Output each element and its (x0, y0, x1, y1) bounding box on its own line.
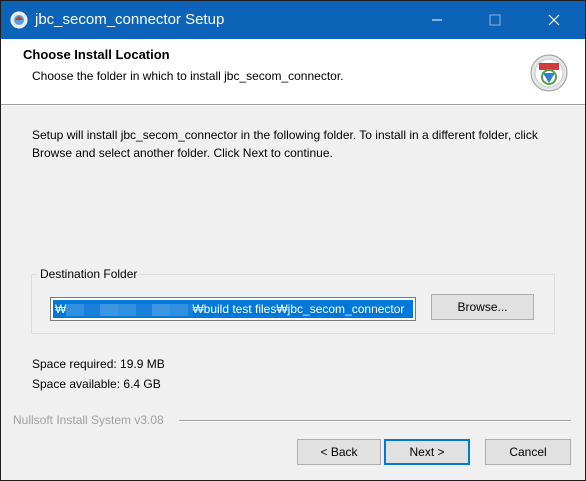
nsis-installer-icon (530, 54, 568, 92)
next-button[interactable]: Next > (384, 439, 470, 465)
branding-divider-highlight (179, 421, 571, 422)
page-title: Choose Install Location (23, 47, 170, 62)
cancel-button[interactable]: Cancel (485, 439, 571, 465)
close-icon (548, 14, 560, 26)
title-bar[interactable]: jbc_secom_connector Setup (1, 1, 585, 39)
minimize-button[interactable] (408, 1, 466, 39)
page-subtitle: Choose the folder in which to install jb… (32, 69, 344, 83)
selected-path-text: ₩ ₩build test files₩jbc_secom_connector (53, 300, 413, 318)
app-icon (10, 11, 28, 29)
space-required-text: Space required: 19.9 MB (32, 357, 165, 371)
branding-text: Nullsoft Install System v3.08 (13, 413, 164, 427)
back-button[interactable]: < Back (297, 439, 381, 465)
installer-window: jbc_secom_connector Setup Choose Install… (0, 0, 586, 481)
destination-folder-input[interactable]: ₩ ₩build test files₩jbc_secom_connector (50, 297, 416, 321)
header-divider-highlight (1, 105, 585, 106)
instructions-text: Setup will install jbc_secom_connector i… (32, 128, 538, 160)
maximize-button[interactable] (466, 1, 524, 39)
browse-button[interactable]: Browse... (431, 294, 534, 320)
minimize-icon (432, 19, 442, 21)
space-available-text: Space available: 6.4 GB (32, 377, 161, 391)
destination-folder-label: Destination Folder (37, 267, 141, 281)
page-header: Choose Install Location Choose the folde… (1, 39, 585, 104)
path-prefix: ₩ (55, 302, 67, 316)
window-title: jbc_secom_connector Setup (35, 11, 225, 28)
maximize-icon (489, 14, 501, 26)
redacted-path-segment (66, 303, 193, 316)
close-button[interactable] (525, 1, 583, 39)
path-suffix: ₩build test files₩jbc_secom_connector (192, 302, 405, 316)
